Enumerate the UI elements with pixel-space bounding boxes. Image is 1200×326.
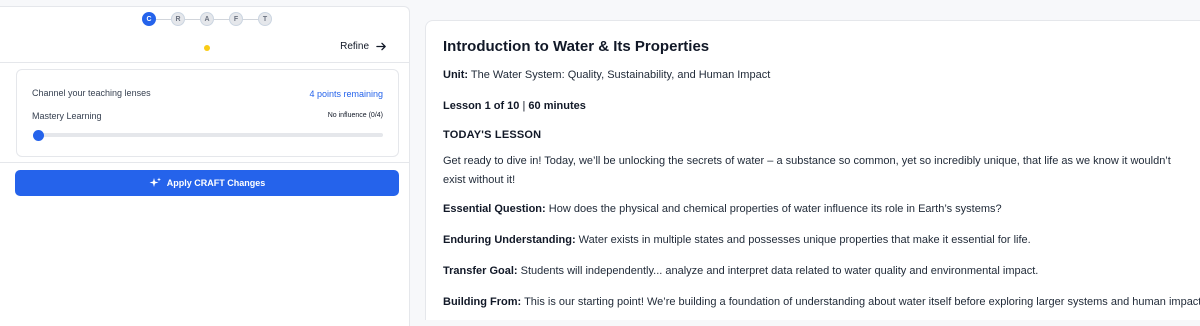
divider	[0, 62, 410, 63]
meta-separator: |	[522, 100, 526, 112]
intro-paragraph: Get ready to dive in! Today, we’ll be un…	[443, 155, 1171, 186]
lenses-title: Channel your teaching lenses	[32, 88, 151, 98]
essential-question-label: Essential Question:	[443, 203, 546, 215]
refine-label: Refine	[340, 41, 369, 52]
influence-status: No influence (0/4)	[327, 112, 383, 119]
step-t[interactable]: T	[258, 12, 272, 26]
transfer-goal-label: Transfer Goal:	[443, 265, 518, 277]
craft-panel: C R A F T Refine Channel your teaching l…	[0, 6, 410, 326]
apply-label: Apply CRAFT Changes	[166, 178, 266, 188]
section-heading: TODAY'S LESSON	[443, 129, 542, 141]
step-connector	[185, 18, 200, 20]
mastery-learning-label: Mastery Learning	[32, 111, 102, 121]
mastery-slider-track[interactable]	[35, 133, 383, 137]
transfer-goal-value: Students will independently... analyze a…	[520, 265, 1039, 277]
step-a[interactable]: A	[200, 12, 214, 26]
lesson-document: Introduction to Water & Its Properties U…	[425, 20, 1200, 320]
unit-value: The Water System: Quality, Sustainabilit…	[470, 69, 771, 81]
sparkle-icon	[149, 177, 161, 187]
building-from-value: This is our starting point! We’re buildi…	[524, 296, 1200, 308]
refine-button[interactable]: Refine	[340, 41, 387, 52]
lesson-duration: 60 minutes	[528, 100, 586, 112]
unit-line: Unit: The Water System: Quality, Sustain…	[443, 69, 770, 81]
status-dot	[204, 45, 210, 51]
step-c[interactable]: C	[142, 12, 156, 26]
mastery-slider-thumb[interactable]	[33, 130, 44, 141]
step-connector	[156, 18, 171, 20]
building-from-label: Building From:	[443, 296, 522, 308]
lesson-number: Lesson 1 of 10	[443, 100, 520, 112]
lesson-meta: Lesson 1 of 10 | 60 minutes	[443, 100, 586, 112]
lesson-title: Introduction to Water & Its Properties	[443, 38, 710, 55]
divider	[0, 162, 410, 163]
building-from: Building From: This is our starting poin…	[443, 296, 1200, 308]
step-f[interactable]: F	[229, 12, 243, 26]
points-remaining: 4 points remaining	[309, 89, 383, 99]
essential-question-value: How does the physical and chemical prope…	[548, 203, 1002, 215]
craft-stepper: C R A F T	[142, 12, 272, 26]
teaching-lenses-card: Channel your teaching lenses 4 points re…	[16, 69, 399, 157]
step-connector	[243, 18, 258, 20]
essential-question: Essential Question: How does the physica…	[443, 203, 1002, 215]
step-r[interactable]: R	[171, 12, 185, 26]
unit-label: Unit:	[443, 69, 469, 81]
step-connector	[214, 18, 229, 20]
enduring-understanding-label: Enduring Understanding:	[443, 234, 576, 246]
enduring-understanding-value: Water exists in multiple states and poss…	[578, 234, 1031, 246]
apply-craft-changes-button[interactable]: Apply CRAFT Changes	[15, 170, 399, 196]
transfer-goal: Transfer Goal: Students will independent…	[443, 265, 1038, 277]
enduring-understanding: Enduring Understanding: Water exists in …	[443, 234, 1031, 246]
arrow-right-icon	[376, 42, 386, 51]
